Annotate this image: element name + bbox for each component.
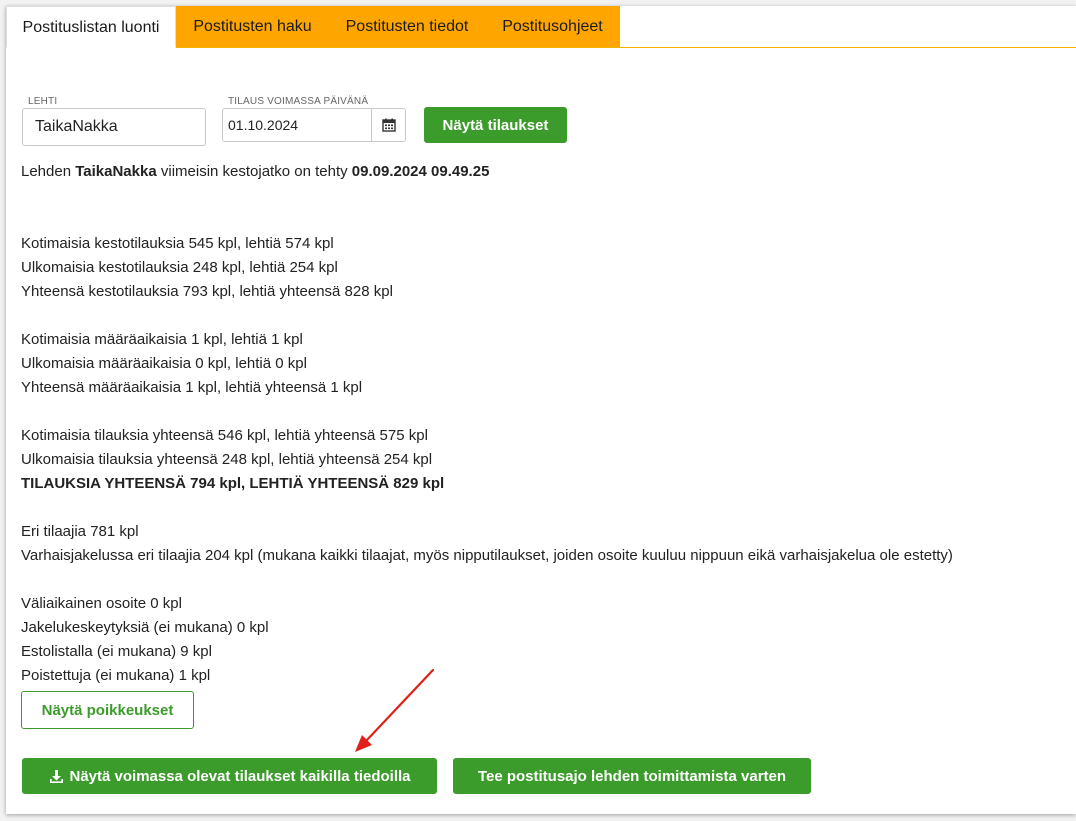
stat-line: Ulkomaisia määräaikaisia 0 kpl, lehtiä 0…: [21, 355, 307, 372]
stat-line: Eri tilaajia 781 kpl: [21, 523, 139, 540]
calendar-icon: [381, 118, 396, 132]
stat-line: Estolistalla (ei mukana) 9 kpl: [21, 643, 212, 660]
download-orders-button[interactable]: Näytä voimassa olevat tilaukset kaikilla…: [22, 758, 437, 794]
stat-line: Jakelukeskeytyksiä (ei mukana) 0 kpl: [21, 619, 269, 636]
stat-line: Yhteensä määräaikaisia 1 kpl, lehtiä yht…: [21, 379, 363, 396]
date-label: TILAUS VOIMASSA PÄIVÄNÄ: [226, 96, 371, 107]
calendar-button[interactable]: [372, 108, 406, 142]
paper-name: TaikaNakka: [75, 163, 157, 180]
tab-postitusten-tiedot[interactable]: Postitusten tiedot: [329, 6, 485, 47]
lehti-label: LEHTI: [26, 96, 60, 107]
last-renewal-info: Lehden TaikaNakka viimeisin kestojatko o…: [21, 163, 490, 180]
stat-line: Kotimaisia tilauksia yhteensä 546 kpl, l…: [21, 427, 428, 444]
stat-line: Varhaisjakelussa eri tilaajia 204 kpl (m…: [21, 547, 953, 564]
stat-line: Kotimaisia kestotilauksia 545 kpl, lehti…: [21, 235, 334, 252]
stat-line: Ulkomaisia kestotilauksia 248 kpl, lehti…: [21, 259, 338, 276]
tab-postituslistan-luonti[interactable]: Postituslistan luonti: [6, 6, 176, 48]
download-icon: [49, 769, 63, 783]
stat-line: Ulkomaisia tilauksia yhteensä 248 kpl, l…: [21, 451, 433, 468]
show-orders-button[interactable]: Näytä tilaukset: [424, 107, 567, 143]
tab-bar: Postituslistan luonti Postitusten haku P…: [6, 6, 1076, 48]
stat-line: Kotimaisia määräaikaisia 1 kpl, lehtiä 1…: [21, 331, 303, 348]
stat-total-line: TILAUKSIA YHTEENSÄ 794 kpl, LEHTIÄ YHTEE…: [21, 475, 445, 492]
tab-postitusohjeet[interactable]: Postitusohjeet: [485, 6, 620, 47]
lehti-input[interactable]: [22, 108, 206, 146]
mailing-run-button[interactable]: Tee postitusajo lehden toimittamista var…: [453, 758, 811, 794]
stat-line: Väliaikainen osoite 0 kpl: [21, 595, 182, 612]
download-orders-label: Näytä voimassa olevat tilaukset kaikilla…: [69, 767, 411, 785]
stat-line: Poistettuja (ei mukana) 1 kpl: [21, 667, 211, 684]
stat-line: Yhteensä kestotilauksia 793 kpl, lehtiä …: [21, 283, 393, 300]
main-panel: Postituslistan luonti Postitusten haku P…: [6, 6, 1076, 814]
date-input[interactable]: [222, 108, 372, 142]
tab-postitusten-haku[interactable]: Postitusten haku: [176, 6, 329, 47]
show-exceptions-button[interactable]: Näytä poikkeukset: [21, 691, 194, 729]
renewal-timestamp: 09.09.2024 09.49.25: [351, 163, 490, 180]
